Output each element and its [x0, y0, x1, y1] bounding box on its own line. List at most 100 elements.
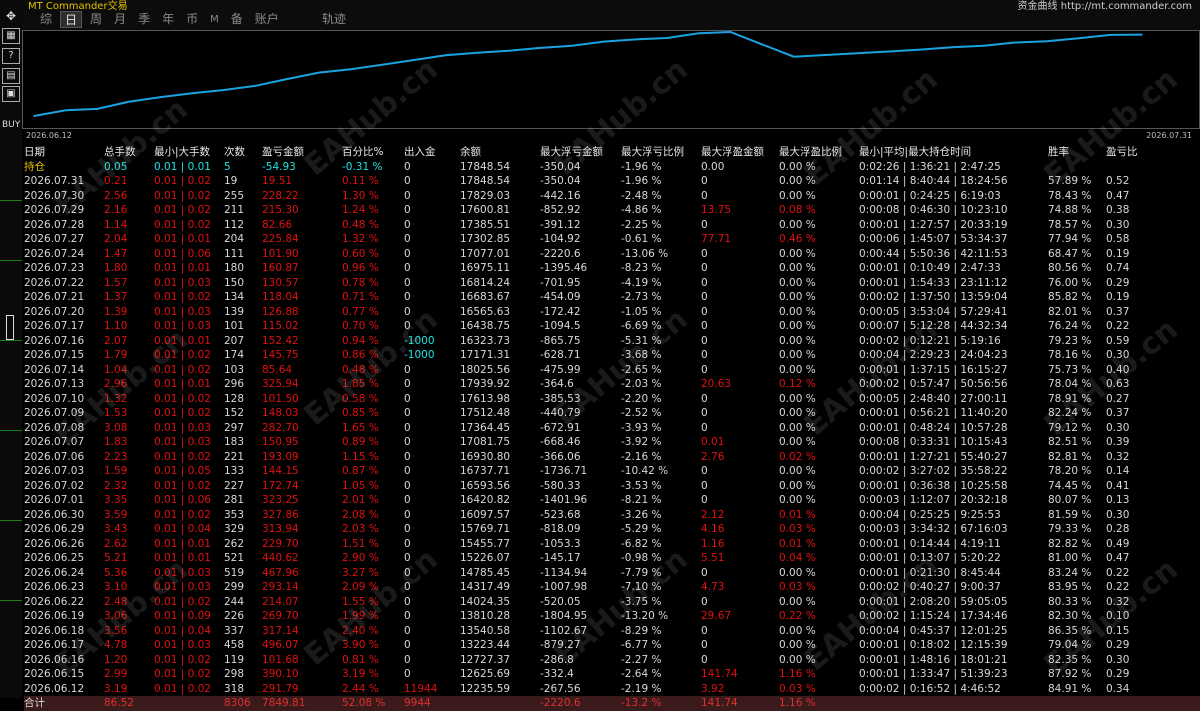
table-row[interactable]: 2026.06.23 3.10 0.01 | 0.03 299 293.14 2.09 %…: [24, 580, 1200, 595]
table-cell: 0: [404, 160, 411, 173]
column-header[interactable]: 盈亏比: [1106, 145, 1138, 160]
table-cell: -454.09: [540, 291, 581, 303]
table-row[interactable]: 2026.07.09 1.53 0.01 | 0.02 152 148.03 0.85 %…: [24, 406, 1200, 421]
table-row[interactable]: 2026.07.27 2.04 0.01 | 0.01 204 225.84 1.32 %…: [24, 232, 1200, 247]
table-row[interactable]: 2026.06.29 3.43 0.01 | 0.04 329 313.94 2.03 %…: [24, 522, 1200, 537]
table-cell: -286.8: [540, 653, 574, 666]
column-header[interactable]: 最小|平均|最大持仓时间: [859, 145, 971, 160]
column-header[interactable]: 出入金: [404, 145, 436, 160]
table-cell: 17385.51: [460, 218, 511, 231]
table-row[interactable]: 2026.06.16 1.20 0.01 | 0.02 119 101.68 0.81 %…: [24, 653, 1200, 668]
table-row[interactable]: 2026.07.22 1.57 0.01 | 0.03 150 130.57 0.78 %…: [24, 276, 1200, 291]
table-row[interactable]: 2026.06.30 3.59 0.01 | 0.02 353 327.86 2.08 %…: [24, 508, 1200, 523]
table-cell: 0.00 %: [779, 494, 816, 506]
table-row[interactable]: 2026.07.21 1.37 0.01 | 0.02 134 118.04 0.71 %…: [24, 290, 1200, 305]
table-cell: 225.84: [262, 233, 299, 245]
table-row[interactable]: 2026.07.15 1.79 0.01 | 0.02 174 145.75 0.86 %…: [24, 348, 1200, 363]
column-header[interactable]: 最大浮盈金额: [701, 145, 764, 160]
table-cell: -1102.67: [540, 624, 588, 637]
table-row[interactable]: 2026.07.10 1.32 0.01 | 0.02 128 101.50 0.58 %…: [24, 392, 1200, 407]
indicator-icon[interactable]: ▤: [2, 68, 20, 84]
trajectory-tab[interactable]: 轨迹: [322, 11, 346, 28]
table-row[interactable]: 2026.07.31 0.21 0.01 | 0.02 19 19.51 0.11 % 0 1…: [24, 174, 1200, 189]
table-row[interactable]: 2026.07.07 1.83 0.01 | 0.03 183 150.95 0.89 %…: [24, 435, 1200, 450]
table-row[interactable]: 2026.06.18 3.56 0.01 | 0.04 337 317.14 2.40 %…: [24, 624, 1200, 639]
table-cell: 16737.71: [460, 465, 511, 477]
table-row[interactable]: 2026.07.06 2.23 0.01 | 0.02 221 193.09 1.15 %…: [24, 450, 1200, 465]
column-header[interactable]: 余额: [460, 145, 481, 160]
tab-6[interactable]: 币: [182, 11, 202, 28]
table-row[interactable]: 2026.06.24 5.36 0.01 | 0.03 519 467.96 3.27 %…: [24, 566, 1200, 581]
table-cell: 1.10: [104, 320, 128, 332]
column-header[interactable]: 最大浮盈比例: [779, 145, 842, 160]
table-row[interactable]: 2026.06.26 2.62 0.01 | 0.01 262 229.70 1.51 %…: [24, 537, 1200, 552]
table-cell: -7.79 %: [621, 566, 662, 579]
table-cell: 0: [404, 363, 411, 376]
column-header[interactable]: 百分比%: [342, 145, 383, 160]
table-row[interactable]: 2026.06.19 3.06 0.01 | 0.09 226 269.70 1.99 %…: [24, 609, 1200, 624]
buy-label[interactable]: BUY: [2, 120, 20, 130]
table-row[interactable]: 2026.07.20 1.39 0.01 | 0.03 139 126.88 0.77 %…: [24, 305, 1200, 320]
equity-point: [286, 78, 289, 80]
table-cell: -2.03 %: [621, 378, 662, 390]
table-row[interactable]: 2026.07.29 2.16 0.01 | 0.02 211 215.30 1.24 %…: [24, 203, 1200, 218]
column-header[interactable]: 最小|大手数: [154, 145, 210, 160]
table-row[interactable]: 2026.07.16 2.07 0.01 | 0.01 207 152.42 0.94 %…: [24, 334, 1200, 349]
table-row[interactable]: 2026.06.12 3.19 0.01 | 0.02 318 291.79 2.44 %…: [24, 682, 1200, 697]
table-cell: 80.56 %: [1048, 262, 1092, 274]
tab-9[interactable]: 账户: [251, 11, 283, 28]
tab-7[interactable]: M: [206, 11, 223, 28]
table-cell: 297: [224, 421, 245, 434]
table-row[interactable]: 2026.07.17 1.10 0.01 | 0.03 101 115.02 0.70 %…: [24, 319, 1200, 334]
tab-5[interactable]: 年: [158, 11, 178, 28]
table-cell: 2026.07.13: [24, 378, 85, 390]
table-row[interactable]: 2026.07.28 1.14 0.01 | 0.02 112 82.66 0.48 % 0…: [24, 218, 1200, 233]
table-row[interactable]: 2026.06.15 2.99 0.01 | 0.02 298 390.10 3.19 %…: [24, 667, 1200, 682]
table-row[interactable]: 2026.07.08 3.08 0.01 | 0.03 297 282.70 1.65 %…: [24, 421, 1200, 436]
table-cell: 79.23 %: [1048, 334, 1092, 347]
tab-3[interactable]: 月: [110, 11, 130, 28]
tab-0[interactable]: 综: [36, 11, 56, 28]
tab-4[interactable]: 季: [134, 11, 154, 28]
chart-tool-icon[interactable]: ▦: [2, 28, 20, 44]
column-header[interactable]: 胜率: [1048, 145, 1069, 160]
table-row[interactable]: 2026.07.14 1.04 0.01 | 0.02 103 85.64 0.48 % 0…: [24, 363, 1200, 378]
table-cell: 1.65 %: [342, 421, 379, 434]
move-icon[interactable]: ✥: [2, 8, 20, 24]
table-row[interactable]: 2026.06.17 4.78 0.01 | 0.03 458 496.07 3.90 %…: [24, 638, 1200, 653]
column-header[interactable]: 次数: [224, 145, 245, 160]
table-row[interactable]: 2026.07.13 2.96 0.01 | 0.01 296 325.94 1.85 %…: [24, 377, 1200, 392]
table-row[interactable]: 2026.07.03 1.59 0.01 | 0.05 133 144.15 0.87 %…: [24, 464, 1200, 479]
tab-2[interactable]: 周: [86, 11, 106, 28]
table-cell: 0: [701, 479, 708, 492]
table-cell: 296: [224, 378, 245, 390]
table-cell: 15769.71: [460, 523, 511, 535]
table-row[interactable]: 2026.06.22 2.48 0.01 | 0.02 244 214.07 1.55 %…: [24, 595, 1200, 610]
table-row[interactable]: 2026.07.24 1.47 0.01 | 0.06 111 101.90 0.60 %…: [24, 247, 1200, 262]
summary-cell: 9944: [404, 697, 431, 709]
table-cell: 0.00 %: [779, 262, 816, 274]
help-icon[interactable]: ?: [2, 48, 20, 64]
equity-point: [824, 54, 827, 56]
column-header[interactable]: 日期: [24, 145, 45, 160]
table-row[interactable]: 2026.07.01 3.35 0.01 | 0.06 281 323.25 2.01 %…: [24, 493, 1200, 508]
column-header[interactable]: 盈亏金额: [262, 145, 304, 160]
column-header[interactable]: 总手数: [104, 145, 136, 160]
table-cell: 0.01 | 0.02: [154, 392, 211, 405]
table-row[interactable]: 2026.07.23 1.80 0.01 | 0.01 180 160.87 0.96 %…: [24, 261, 1200, 276]
column-header[interactable]: 最大浮亏比例: [621, 145, 684, 160]
table-cell: 353: [224, 508, 245, 521]
table-row[interactable]: 2026.07.02 2.32 0.01 | 0.02 227 172.74 1.05 %…: [24, 479, 1200, 494]
table-cell: 0: [404, 494, 411, 506]
table-row[interactable]: 2026.07.30 2.56 0.01 | 0.02 255 228.22 1.30 %…: [24, 189, 1200, 204]
table-cell: 2026.07.16: [24, 334, 85, 347]
table-cell: 0: [404, 653, 411, 666]
table-row[interactable]: 2026.06.25 5.21 0.01 | 0.01 521 440.62 2.90 %…: [24, 551, 1200, 566]
table-cell: 0: [701, 595, 708, 608]
column-header[interactable]: 最大浮亏金额: [540, 145, 603, 160]
tab-1[interactable]: 日: [60, 11, 83, 28]
table-cell: 16438.75: [460, 320, 511, 332]
window-icon[interactable]: ▣: [2, 86, 20, 102]
table-row[interactable]: 持仓 0.05 0.01 | 0.01 5 -54.93 -0.31 % 0 17848.54…: [24, 160, 1200, 175]
tab-8[interactable]: 备: [227, 11, 247, 28]
